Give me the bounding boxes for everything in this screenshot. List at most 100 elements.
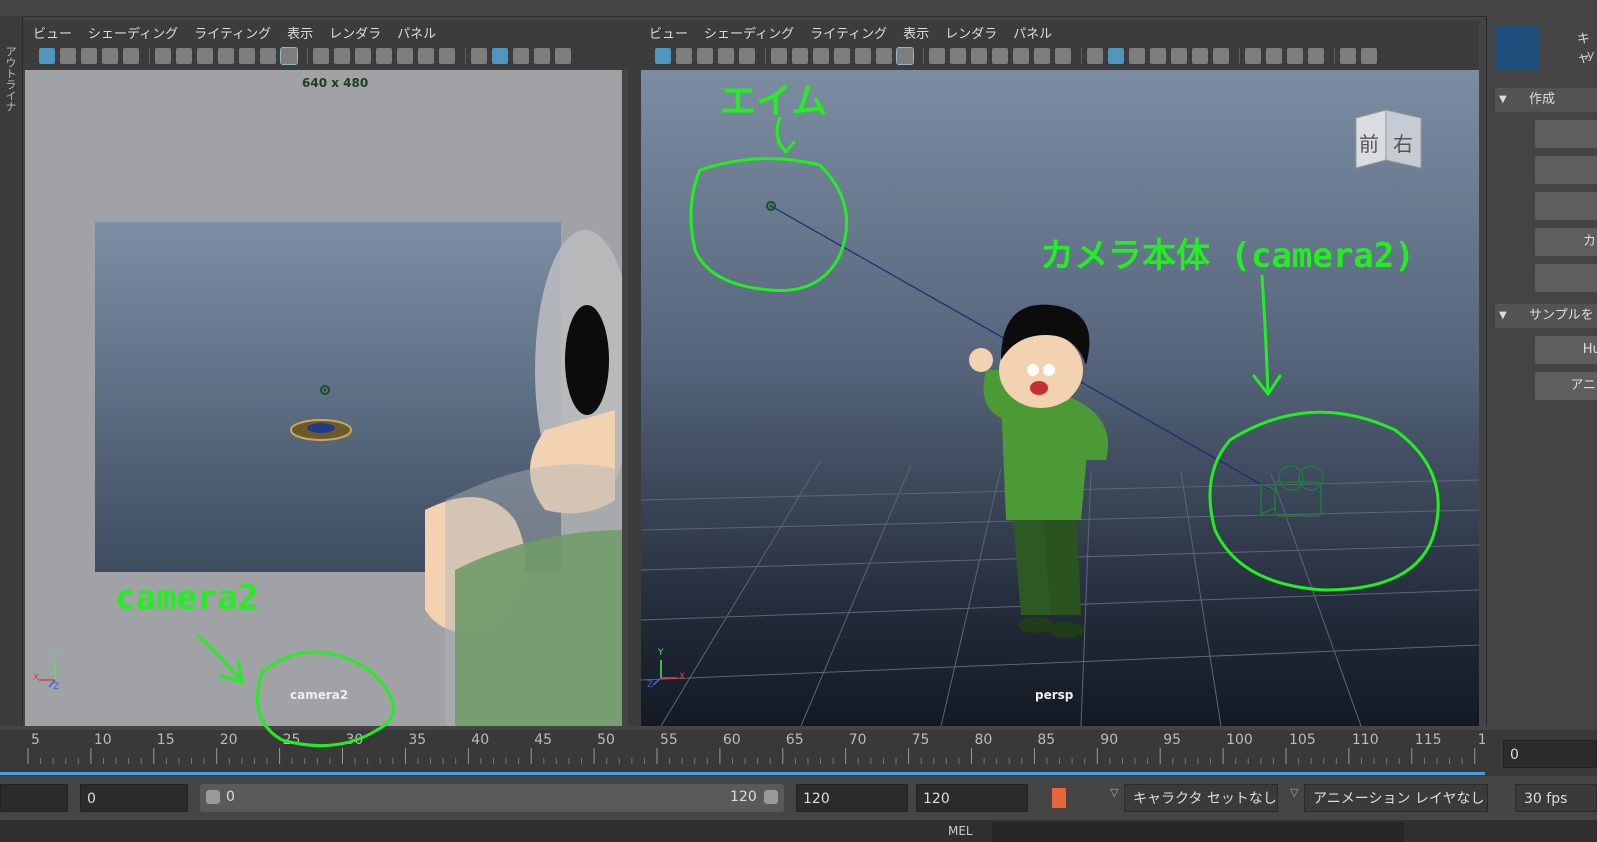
image-plane-icon[interactable]: [718, 48, 734, 64]
field-chart-icon[interactable]: [855, 48, 871, 64]
resolution-gate-icon[interactable]: [813, 48, 829, 64]
camera-icon[interactable]: [155, 48, 171, 64]
film-gate-icon[interactable]: [792, 48, 808, 64]
menu-shading[interactable]: シェーディング: [88, 23, 178, 42]
command-input[interactable]: [992, 822, 1404, 842]
pane-divider[interactable]: [628, 20, 641, 726]
isolate-select-icon[interactable]: [1340, 48, 1356, 64]
checker-icon[interactable]: [555, 48, 571, 64]
smooth-shade-cube-icon[interactable]: [492, 48, 508, 64]
grid-icon[interactable]: [929, 48, 945, 64]
overscan-icon[interactable]: [1034, 48, 1050, 64]
viewcube-right-face[interactable]: 右: [1393, 128, 1413, 157]
resolution-gate-icon[interactable]: [197, 48, 213, 64]
command-language-label[interactable]: MEL: [948, 824, 973, 838]
section-samples-header[interactable]: サンプルを: [1495, 304, 1597, 328]
film-icon[interactable]: [950, 48, 966, 64]
lock-camera-icon[interactable]: [739, 48, 755, 64]
text-icon[interactable]: [1055, 48, 1071, 64]
grid-icon[interactable]: [313, 48, 329, 64]
camera-attributes-icon[interactable]: [60, 48, 76, 64]
menu-panels[interactable]: パネル: [1013, 23, 1052, 42]
outliner-tab-label[interactable]: アウトライナ: [2, 46, 18, 112]
gate-mask-icon[interactable]: [834, 48, 850, 64]
menu-panels[interactable]: パネル: [397, 23, 436, 42]
lighting-icon[interactable]: [513, 48, 529, 64]
menu-renderer[interactable]: レンダラ: [945, 23, 997, 42]
range-slider[interactable]: 0 120: [200, 784, 784, 812]
fps-dropdown[interactable]: 30 fps: [1515, 784, 1597, 812]
playback-end-field[interactable]: 120: [796, 784, 908, 812]
persp-viewport[interactable]: 前 右 Y X Z persp: [641, 70, 1479, 726]
image-plane-icon[interactable]: [102, 48, 118, 64]
section-create-header[interactable]: 作成: [1495, 88, 1597, 112]
safe-action-icon[interactable]: [260, 48, 276, 64]
textured-icon[interactable]: [1150, 48, 1166, 64]
depth-of-field-icon[interactable]: [1308, 48, 1324, 64]
menu-show[interactable]: 表示: [903, 23, 929, 42]
create-button-5[interactable]: [1535, 264, 1597, 292]
menu-shading[interactable]: シェーディング: [704, 23, 794, 42]
menu-lighting[interactable]: ライティング: [810, 23, 887, 42]
textured-icon[interactable]: [534, 48, 550, 64]
animation-sample-button[interactable]: アニメ: [1535, 372, 1597, 400]
gate-mask-icon[interactable]: [218, 48, 234, 64]
current-frame-field[interactable]: 0: [1503, 740, 1597, 768]
wireframe-on-shaded-icon[interactable]: [1129, 48, 1145, 64]
safe-title-icon[interactable]: [1013, 48, 1029, 64]
create-button-2[interactable]: [1535, 156, 1597, 184]
create-button-1[interactable]: [1535, 120, 1597, 148]
camera2-viewport[interactable]: 640 x 480 Y X Z camera2: [25, 70, 622, 726]
time-slider[interactable]: 5 10 15 20 25 30 35 40 45 50 55 60 65 70 75 80 85 90 95 100…: [0, 730, 1597, 776]
camera-icon[interactable]: [771, 48, 787, 64]
bookmark-icon[interactable]: [81, 48, 97, 64]
range-end-handle[interactable]: [764, 790, 778, 804]
select-camera-icon[interactable]: [39, 48, 55, 64]
film-icon[interactable]: [334, 48, 350, 64]
motion-blur-icon[interactable]: [1266, 48, 1282, 64]
auto-key-icon[interactable]: [1052, 788, 1066, 808]
pencil-icon[interactable]: [280, 47, 298, 65]
resolution-icon[interactable]: [355, 48, 371, 64]
menu-view[interactable]: ビュー: [33, 23, 72, 42]
animation-end-field[interactable]: 120: [916, 784, 1028, 812]
safe-title-icon[interactable]: [397, 48, 413, 64]
gate-icon[interactable]: [992, 48, 1008, 64]
gate-icon[interactable]: [376, 48, 392, 64]
custom-button[interactable]: カス: [1535, 228, 1597, 256]
menu-view[interactable]: ビュー: [649, 23, 688, 42]
shadow-icon[interactable]: [1213, 48, 1229, 64]
light-icon[interactable]: [1192, 48, 1208, 64]
viewcube-front-face[interactable]: 前: [1359, 128, 1379, 157]
start-time-field[interactable]: [0, 784, 68, 812]
bookmark-icon[interactable]: [697, 48, 713, 64]
outliner-sidebar[interactable]: アウトライナ: [0, 16, 23, 726]
pencil-icon[interactable]: [896, 47, 914, 65]
safe-action-icon[interactable]: [876, 48, 892, 64]
wireframe-cube-icon[interactable]: [471, 48, 487, 64]
range-start-handle[interactable]: [206, 790, 220, 804]
collapse-triangle-icon[interactable]: ▼: [1499, 310, 1507, 321]
smooth-shade-cube-icon[interactable]: [1108, 48, 1124, 64]
menu-lighting[interactable]: ライティング: [194, 23, 271, 42]
playback-start-field[interactable]: 0: [80, 784, 188, 812]
film-gate-icon[interactable]: [176, 48, 192, 64]
select-camera-icon[interactable]: [655, 48, 671, 64]
field-chart-icon[interactable]: [239, 48, 255, 64]
ambient-occlusion-icon[interactable]: [1245, 48, 1261, 64]
human-ik-sample-button[interactable]: Hun: [1535, 336, 1597, 364]
create-button-3[interactable]: [1535, 192, 1597, 220]
animation-layer-dropdown[interactable]: アニメーション レイヤなし: [1304, 784, 1488, 812]
camera-attributes-icon[interactable]: [676, 48, 692, 64]
collapse-triangle-icon[interactable]: ▼: [1499, 94, 1507, 105]
character-set-dropdown[interactable]: キャラクタ セットなし: [1124, 784, 1278, 812]
overscan-icon[interactable]: [418, 48, 434, 64]
wireframe-cube-icon[interactable]: [1087, 48, 1103, 64]
text-icon[interactable]: [439, 48, 455, 64]
resolution-icon[interactable]: [971, 48, 987, 64]
menu-show[interactable]: 表示: [287, 23, 313, 42]
camera-body-icon[interactable]: [1260, 465, 1324, 517]
boy-character[interactable]: [969, 304, 1108, 638]
checker-icon[interactable]: [1171, 48, 1187, 64]
menu-renderer[interactable]: レンダラ: [329, 23, 381, 42]
